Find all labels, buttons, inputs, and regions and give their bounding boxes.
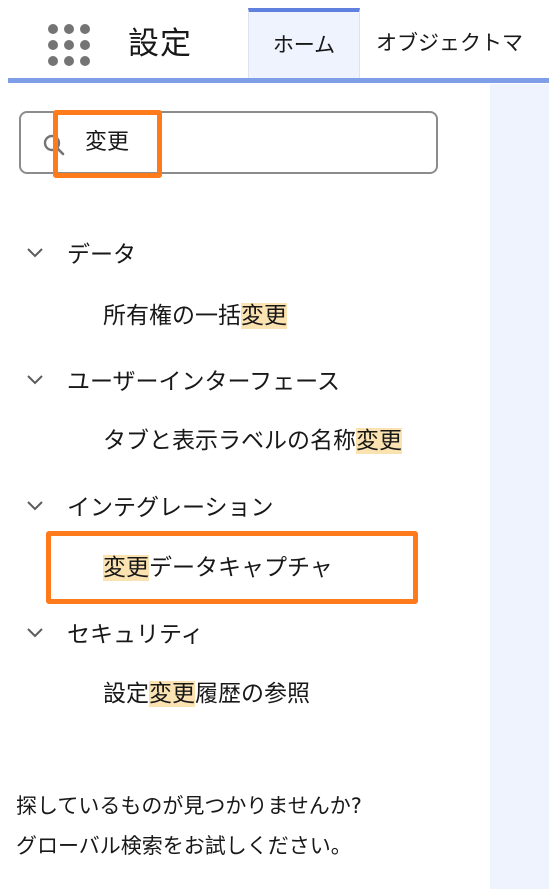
launcher-dot xyxy=(64,56,74,66)
chevron-down-icon xyxy=(27,501,43,511)
header-underline xyxy=(8,78,549,83)
no-results-help-text: 探しているものが見つかりませんか? グローバル検索をお試しください。 xyxy=(16,786,362,866)
setup-header: 設定 ホーム オブジェクトマ xyxy=(0,0,549,84)
tree-item-rename-tabs-labels[interactable]: タブと表示ラベルの名称変更 xyxy=(103,421,402,461)
chevron-down-icon xyxy=(27,248,43,258)
quick-find-search-input[interactable]: 変更 xyxy=(19,111,438,174)
search-match-highlight: 変更 xyxy=(103,555,149,581)
search-match-highlight: 変更 xyxy=(356,428,402,454)
launcher-dot xyxy=(64,40,74,50)
launcher-dot xyxy=(48,24,58,34)
launcher-dot xyxy=(48,56,58,66)
help-line-2: グローバル検索をお試しください。 xyxy=(16,834,352,858)
help-line-1: 探しているものが見つかりませんか? xyxy=(16,794,362,818)
tree-group-label: ユーザーインターフェース xyxy=(67,369,341,395)
tree-group-security[interactable]: セキュリティ xyxy=(24,612,204,652)
tree-group-data[interactable]: データ xyxy=(24,232,136,272)
content-panel xyxy=(490,84,549,889)
item-text: タブと表示ラベルの名称 xyxy=(103,428,356,454)
item-text: 履歴の参照 xyxy=(195,681,310,707)
tree-item-view-setup-audit-trail[interactable]: 設定変更履歴の参照 xyxy=(103,674,310,714)
tab-object-manager[interactable]: オブジェクトマ xyxy=(376,8,549,79)
launcher-dot xyxy=(80,24,90,34)
tree-group-label: セキュリティ xyxy=(67,622,204,648)
tree-group-user-interface[interactable]: ユーザーインターフェース xyxy=(24,359,340,399)
search-icon xyxy=(43,134,65,156)
item-text: データキャプチャ xyxy=(149,555,333,581)
launcher-dot xyxy=(80,56,90,66)
chevron-down-icon xyxy=(27,375,43,385)
setup-sidebar: 変更 データ 所有権の一括変更 ユーザーインターフェース タブと表示ラベルの名称… xyxy=(0,84,490,889)
item-text: 設定 xyxy=(103,681,149,707)
tree-item-change-data-capture[interactable]: 変更データキャプチャ xyxy=(103,548,333,588)
app-title: 設定 xyxy=(128,26,192,62)
search-match-highlight: 変更 xyxy=(241,303,287,329)
tree-group-label: データ xyxy=(67,242,136,268)
tree-group-integrations[interactable]: インテグレーション xyxy=(24,485,274,525)
search-match-highlight: 変更 xyxy=(149,681,195,707)
chevron-down-icon xyxy=(27,628,43,638)
tree-item-mass-transfer-ownership[interactable]: 所有権の一括変更 xyxy=(103,296,287,336)
tab-home[interactable]: ホーム xyxy=(248,8,360,79)
search-value: 変更 xyxy=(85,130,130,155)
launcher-dot xyxy=(80,40,90,50)
item-text: 所有権の一括 xyxy=(103,303,241,329)
tree-group-label: インテグレーション xyxy=(67,495,274,521)
app-launcher-grid-icon[interactable] xyxy=(46,22,94,70)
launcher-dot xyxy=(64,24,74,34)
launcher-dot xyxy=(48,40,58,50)
